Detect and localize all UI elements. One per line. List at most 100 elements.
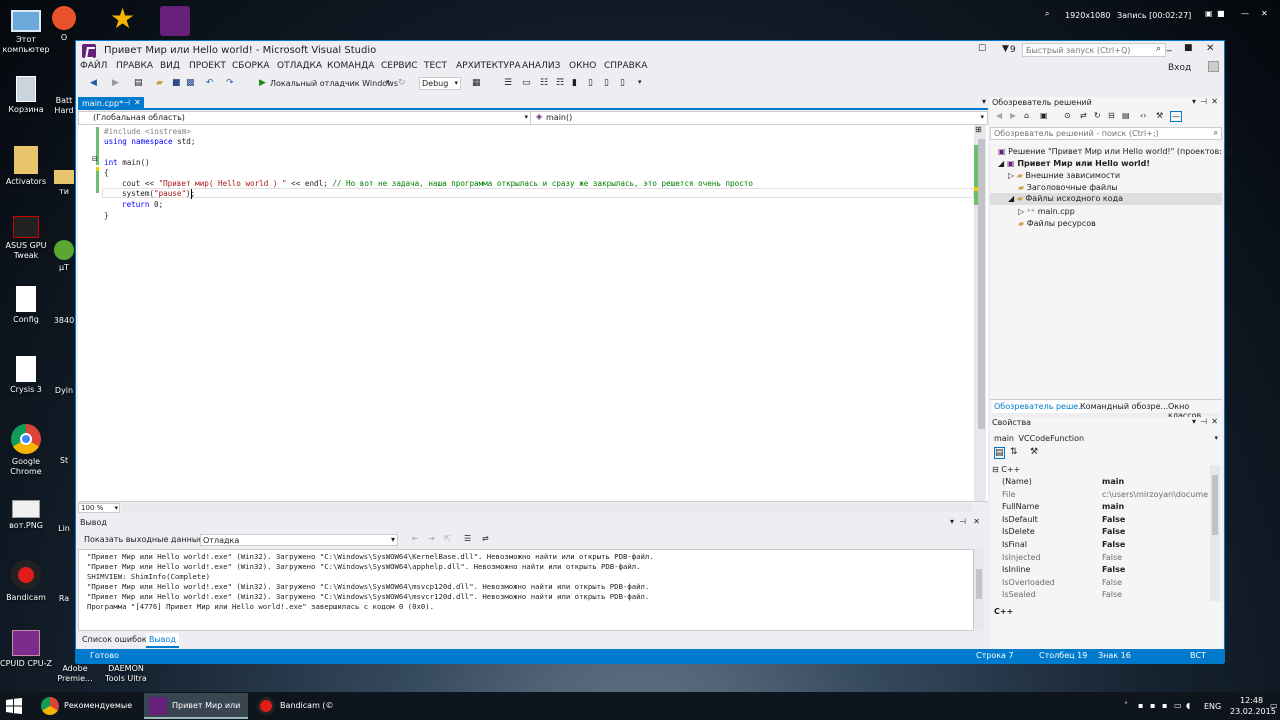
tree-item-external-deps[interactable]: ▷ ▰ Внешние зависимости bbox=[1008, 171, 1120, 180]
property-row[interactable]: FullName main bbox=[1002, 502, 1212, 514]
tab-solution-explorer[interactable]: Обозреватель реше... bbox=[992, 400, 1088, 413]
properties-object-selector[interactable]: main VCCodeFunction ▾ bbox=[990, 433, 1222, 445]
desktop-icon-png[interactable]: вот.PNG bbox=[0, 500, 52, 531]
member-dropdown[interactable]: ◈ main() ▾ bbox=[534, 112, 986, 124]
toolbar-options-icon[interactable]: ▾ bbox=[638, 78, 642, 90]
desktop-icon-bandicam[interactable]: Bandicam bbox=[0, 560, 52, 603]
menu-architecture[interactable]: АРХИТЕКТУРА bbox=[456, 61, 521, 71]
zoom-dropdown[interactable]: 100 % ▾ bbox=[78, 503, 120, 513]
horizontal-scrollbar[interactable] bbox=[122, 504, 972, 512]
desktop-icon-chrome[interactable]: Google Chrome bbox=[0, 424, 52, 477]
property-row[interactable]: File c:\users\mirzoyan\documen bbox=[1002, 490, 1212, 502]
taskbar-item-visual-studio[interactable]: Привет Мир или ... bbox=[144, 693, 248, 719]
property-value[interactable]: False bbox=[1102, 515, 1208, 524]
sync-icon[interactable]: ⇄ bbox=[1080, 111, 1087, 120]
pin-icon[interactable]: ⊣ bbox=[1200, 417, 1207, 426]
search-icon[interactable]: ⌕ bbox=[1214, 128, 1218, 138]
desktop-icon-partial[interactable]: О bbox=[52, 6, 76, 43]
view-code-icon[interactable]: ‹› bbox=[1140, 111, 1146, 120]
show-all-files-icon[interactable]: ▤ bbox=[1122, 111, 1130, 120]
menu-team[interactable]: КОМАНДА bbox=[327, 61, 374, 71]
desktop-icon-config[interactable]: Config bbox=[0, 286, 52, 325]
menu-edit[interactable]: ПРАВКА bbox=[116, 61, 153, 71]
output-text-area[interactable]: "Привет Мир или Hello world!.exe" (Win32… bbox=[78, 549, 974, 631]
debugger-label[interactable]: Локальный отладчик Windows bbox=[270, 79, 398, 91]
menu-debug[interactable]: ОТЛАДКА bbox=[277, 61, 322, 71]
desktop-icon-partial[interactable]: Batt Hard bbox=[52, 96, 76, 116]
preview-icon[interactable]: — bbox=[1170, 111, 1182, 122]
input-language[interactable]: ENG bbox=[1204, 702, 1221, 711]
desktop-icon-this-pc[interactable]: Этот компьютер bbox=[0, 6, 52, 55]
collapse-arrow-icon[interactable]: ▷ bbox=[1018, 207, 1024, 216]
pending-changes-icon[interactable]: ⊙ bbox=[1064, 111, 1071, 120]
panel-menu-icon[interactable]: ▾ bbox=[1192, 417, 1196, 426]
refresh-icon[interactable]: ↻ bbox=[1094, 111, 1101, 120]
property-value[interactable]: main bbox=[1102, 477, 1208, 486]
save-all-icon[interactable]: ▩ bbox=[186, 78, 195, 90]
visual-studio-desktop-icon[interactable] bbox=[160, 6, 190, 36]
property-value[interactable]: c:\users\mirzoyan\documen bbox=[1102, 490, 1208, 499]
property-value[interactable]: False bbox=[1102, 565, 1208, 574]
find-message-icon[interactable]: ⇱ bbox=[444, 534, 451, 543]
refresh-icon[interactable]: ↻ bbox=[398, 78, 406, 90]
desktop-icon-partial[interactable]: 3840 bbox=[52, 316, 76, 326]
tree-item-resources[interactable]: ▰ Файлы ресурсов bbox=[1018, 219, 1096, 228]
undo-icon[interactable]: ↶ bbox=[206, 78, 214, 90]
clear-all-icon[interactable]: ☰ bbox=[464, 534, 471, 543]
desktop-icon-adobe-premiere[interactable]: Adobe Premie... bbox=[50, 664, 100, 684]
collapse-icon[interactable]: ⊟ bbox=[992, 465, 999, 474]
collapse-arrow-icon[interactable]: ▷ bbox=[1008, 171, 1014, 180]
property-row[interactable]: IsOverloaded False bbox=[1002, 578, 1212, 590]
property-row[interactable]: IsFinal False bbox=[1002, 540, 1212, 552]
menu-help[interactable]: СПРАВКА bbox=[604, 61, 647, 71]
next-bookmark-icon[interactable]: ▯ bbox=[604, 78, 609, 90]
desktop-icon-cpuz[interactable]: CPUID CPU-Z bbox=[0, 630, 52, 669]
start-debug-icon[interactable]: ▶ bbox=[259, 78, 266, 90]
tree-item-project[interactable]: ◢ ▣ Привет Мир или Hello world! bbox=[998, 159, 1150, 168]
property-value[interactable]: main bbox=[1102, 502, 1208, 511]
minimize-button[interactable]: _ bbox=[1159, 41, 1179, 52]
property-row[interactable]: (Name) main bbox=[1002, 477, 1212, 489]
tab-output[interactable]: Вывод bbox=[146, 633, 179, 648]
alphabetical-icon[interactable]: ⇅ bbox=[1010, 447, 1018, 457]
volume-icon[interactable]: ◖ bbox=[1186, 701, 1190, 710]
tray-app-icon[interactable]: ▪ bbox=[1162, 701, 1167, 710]
tab-overflow-icon[interactable]: ▾ bbox=[982, 97, 986, 106]
vertical-scrollbar[interactable]: ⊞ bbox=[974, 125, 986, 501]
toggle-bookmark-icon[interactable]: ▮ bbox=[572, 78, 577, 90]
forward-icon[interactable]: ▶ bbox=[112, 78, 119, 90]
tree-item-solution[interactable]: ▣ Решение "Привет Мир или Hello world!" … bbox=[998, 147, 1233, 156]
property-row[interactable]: IsSealed False bbox=[1002, 590, 1212, 602]
close-icon[interactable]: ✕ bbox=[973, 517, 980, 526]
bookmark-icon[interactable]: ▭ bbox=[522, 78, 531, 90]
menu-project[interactable]: ПРОЕКТ bbox=[189, 61, 226, 71]
star-app-icon[interactable]: ★ bbox=[110, 4, 135, 34]
tray-expand-icon[interactable]: ˄ bbox=[1124, 701, 1128, 710]
new-project-icon[interactable]: ▤ bbox=[134, 78, 143, 90]
menu-window[interactable]: ОКНО bbox=[569, 61, 596, 71]
quick-launch-input[interactable] bbox=[1022, 43, 1166, 57]
tree-item-main-cpp[interactable]: ▷ ⁺⁺ main.cpp bbox=[1018, 207, 1075, 216]
stop-icon[interactable]: ■ bbox=[1217, 9, 1225, 18]
feedback-icon[interactable]: ▼ bbox=[1002, 44, 1009, 54]
close-tab-icon[interactable]: ✕ bbox=[134, 98, 141, 107]
prev-bookmark-icon[interactable]: ▯ bbox=[588, 78, 593, 90]
property-row[interactable]: IsInline False bbox=[1002, 565, 1212, 577]
property-row[interactable]: IsInjected False bbox=[1002, 553, 1212, 565]
back-icon[interactable]: ◀ bbox=[996, 111, 1002, 120]
start-button[interactable] bbox=[6, 698, 22, 714]
clock-date[interactable]: 23.02.2015 bbox=[1230, 707, 1276, 716]
property-value[interactable]: False bbox=[1102, 590, 1208, 599]
menu-view[interactable]: ВИД bbox=[160, 61, 180, 71]
scrollbar-thumb[interactable] bbox=[976, 569, 982, 599]
tray-app-icon[interactable]: ▪ bbox=[1138, 701, 1143, 710]
property-pages-icon[interactable]: ⚒ bbox=[1030, 447, 1038, 457]
collapse-all-icon[interactable]: ⊟ bbox=[1108, 111, 1115, 120]
property-value[interactable]: False bbox=[1102, 578, 1208, 587]
code-editor[interactable]: ⊟ #include <iostream> using namespace st… bbox=[78, 125, 988, 501]
maximize-button[interactable]: ■ bbox=[1184, 43, 1193, 53]
output-scrollbar[interactable] bbox=[974, 549, 984, 631]
menu-analyze[interactable]: АНАЛИЗ bbox=[522, 61, 560, 71]
scrollbar-thumb[interactable] bbox=[1212, 475, 1218, 535]
redo-icon[interactable]: ↷ bbox=[226, 78, 234, 90]
